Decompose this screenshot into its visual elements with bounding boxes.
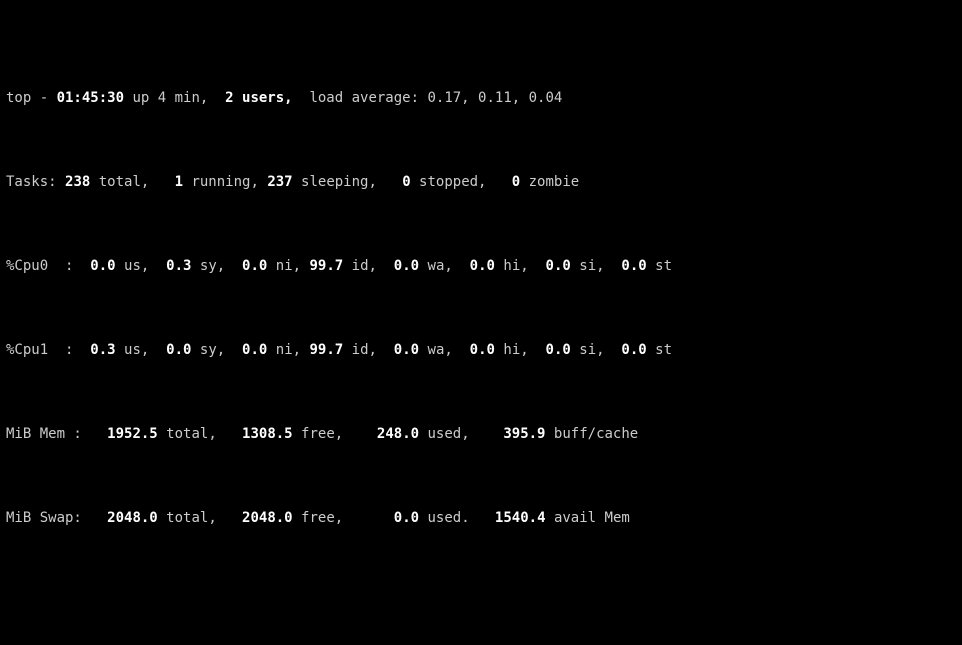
label: %Cpu0 : [6,256,90,277]
summary-line-uptime: top - 01:45:30 up 4 min, 2 users, load a… [6,88,956,109]
summary-line-cpu0: %Cpu0 : 0.0 us, 0.3 sy, 0.0 ni, 99.7 id,… [6,256,956,277]
tasks-running: 1 [175,172,192,193]
loadavg-value: load average: 0.17, 0.11, 0.04 [309,88,562,109]
label: MiB Mem : [6,424,107,445]
label: MiB Swap: [6,508,107,529]
users-value: 2 users, [225,88,309,109]
uptime-value: up 4 min, [132,88,225,109]
tasks-total: 238 [65,172,99,193]
label: top - [6,88,57,109]
summary-line-tasks: Tasks: 238 total, 1 running, 237 sleepin… [6,172,956,193]
label: %Cpu1 : [6,340,90,361]
summary-line-mem: MiB Mem : 1952.5 total, 1308.5 free, 248… [6,424,956,445]
blank-line [6,592,956,613]
terminal-screen[interactable]: top - 01:45:30 up 4 min, 2 users, load a… [0,0,962,645]
summary-line-swap: MiB Swap: 2048.0 total, 2048.0 free, 0.0… [6,508,956,529]
summary-line-cpu1: %Cpu1 : 0.3 us, 0.0 sy, 0.0 ni, 99.7 id,… [6,340,956,361]
label: Tasks: [6,172,65,193]
tasks-stopped: 0 [402,172,419,193]
time-value: 01:45:30 [57,88,133,109]
tasks-sleeping: 237 [267,172,301,193]
tasks-zombie: 0 [512,172,529,193]
